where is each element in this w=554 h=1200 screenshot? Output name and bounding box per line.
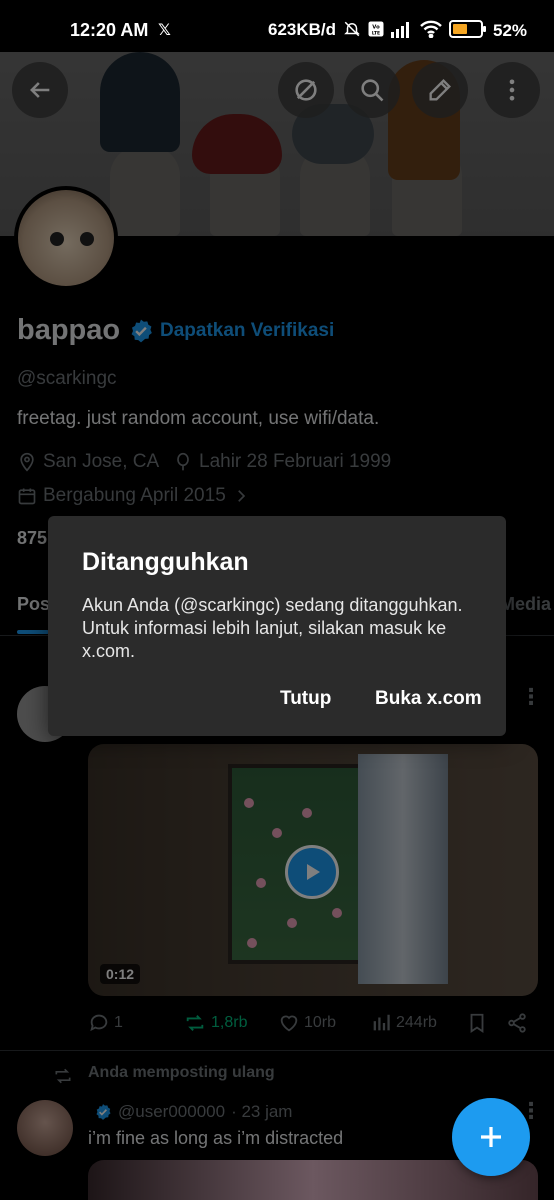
svg-text:LTE: LTE xyxy=(372,30,380,36)
dialog-title: Ditangguhkan xyxy=(82,548,249,576)
status-bar: 12:20 AM 𝕏 623KB/d Vo LTE 52% xyxy=(0,0,554,52)
wifi-icon xyxy=(420,20,442,38)
suspended-dialog: Ditangguhkan Akun Anda (@scarkingc) seda… xyxy=(48,516,506,736)
battery-percent: 52% xyxy=(493,21,528,40)
mute-bell-icon xyxy=(344,21,360,37)
close-button[interactable]: Tutup xyxy=(280,688,331,710)
svg-text:Vo: Vo xyxy=(372,24,380,30)
volte-icon: VoLTE xyxy=(368,21,384,37)
status-icons: Vo LTE xyxy=(343,20,486,38)
dialog-body: Akun Anda (@scarkingc) sedang ditangguhk… xyxy=(82,595,463,661)
x-notification-icon: 𝕏 xyxy=(158,22,171,39)
status-time: 12:20 AM xyxy=(70,20,149,40)
battery-icon xyxy=(449,20,486,38)
network-speed: 623KB/d xyxy=(268,20,337,39)
signal-icon xyxy=(391,22,409,38)
open-xcom-button[interactable]: Buka x.com xyxy=(375,688,482,710)
plus-icon xyxy=(481,1127,501,1147)
compose-fab[interactable] xyxy=(452,1098,530,1176)
